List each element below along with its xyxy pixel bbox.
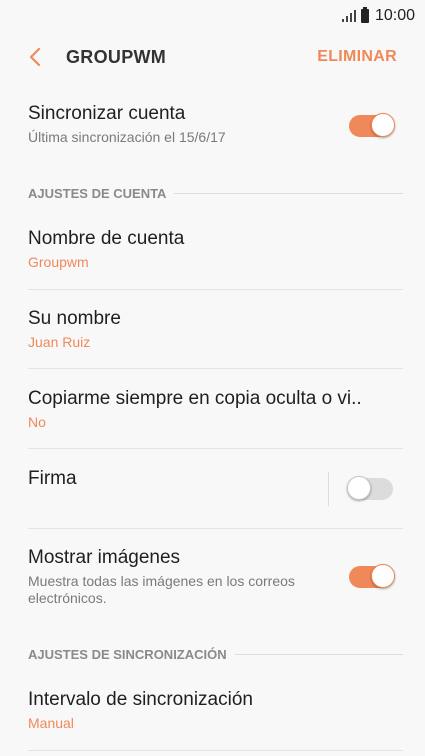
your-name-title: Su nombre [28,308,121,329]
vertical-separator [328,472,329,506]
sync-account-toggle[interactable] [349,113,395,137]
bcc-row[interactable]: Copiarme siempre en copia oculta o vi.. … [28,388,403,430]
bcc-value: No [28,414,46,430]
section-sync-label: AJUSTES DE SINCRONIZACIÓN [28,647,227,662]
account-name-title: Nombre de cuenta [28,228,185,249]
divider [28,750,403,751]
section-line [234,654,403,655]
sync-account-row[interactable]: Sincronizar cuenta Última sincronización… [28,103,403,159]
app-bar: GROUPWM ELIMINAR [0,32,425,82]
section-header-sync: AJUSTES DE SINCRONIZACIÓN [28,647,403,662]
show-images-title: Mostrar imágenes [28,547,181,568]
your-name-row[interactable]: Su nombre Juan Ruiz [28,308,403,350]
signature-row[interactable]: Firma [28,468,315,490]
section-header-account: AJUSTES DE CUENTA [28,186,403,201]
sync-interval-title: Intervalo de sincronización [28,689,253,710]
divider [28,289,403,290]
toggle-knob [371,113,395,137]
your-name-value: Juan Ruiz [28,334,91,350]
show-images-subtitle: Muestra todas las imágenes en los correo… [28,573,295,606]
bcc-title: Copiarme siempre en copia oculta o vi.. [28,388,362,409]
status-time: 10:00 [374,7,415,24]
signature-title: Firma [28,468,77,489]
back-button[interactable] [20,37,50,77]
section-account-label: AJUSTES DE CUENTA [28,186,167,201]
divider [28,368,403,369]
battery-icon [360,7,369,23]
sync-interval-row[interactable]: Intervalo de sincronización Manual [28,689,403,731]
section-line [174,193,403,194]
sync-account-title: Sincronizar cuenta [28,103,186,124]
show-images-row[interactable]: Mostrar imágenes Muestra todas las imáge… [28,547,335,607]
toggle-knob [371,564,395,588]
divider [28,528,403,529]
signal-icon [341,10,356,22]
divider [28,448,403,449]
sync-interval-value: Manual [28,715,74,731]
signature-toggle[interactable] [347,476,393,500]
status-bar: 10:00 [0,0,425,32]
show-images-toggle[interactable] [349,564,395,588]
toggle-knob [347,476,371,500]
sync-account-subtitle: Última sincronización el 15/6/17 [28,129,226,145]
account-name-row[interactable]: Nombre de cuenta Groupwm [28,228,403,270]
delete-button[interactable]: ELIMINAR [317,48,397,66]
chevron-left-icon [29,47,41,67]
page-title: GROUPWM [66,46,167,67]
account-name-value: Groupwm [28,254,89,270]
